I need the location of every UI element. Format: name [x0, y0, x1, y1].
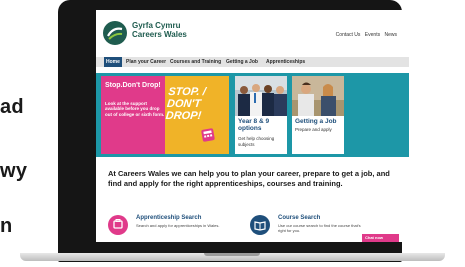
- background-text: ad: [0, 96, 24, 118]
- logo-line-english: Careers Wales: [132, 30, 187, 39]
- tile-description: Prepare and apply: [295, 127, 332, 132]
- chat-now-button[interactable]: Chat now: [362, 234, 399, 242]
- apprenticeship-search-icon[interactable]: [108, 215, 128, 235]
- nav-courses-and-training[interactable]: Courses and Training: [170, 57, 221, 67]
- tile-getting-a-job[interactable]: Getting a Job Prepare and apply: [292, 76, 344, 154]
- logo-line-welsh: Gyrfa Cymru: [132, 21, 181, 30]
- utility-links: Contact Us Events News: [333, 32, 397, 38]
- contact-us-link[interactable]: Contact Us: [336, 32, 361, 38]
- course-search-icon[interactable]: [250, 215, 270, 235]
- site-header: Gyrfa Cymru Careers Wales Contact Us Eve…: [96, 10, 409, 55]
- website-screen: Gyrfa Cymru Careers Wales Contact Us Eve…: [96, 10, 409, 242]
- job-photo: [292, 76, 344, 116]
- nav-home[interactable]: Home: [104, 57, 122, 67]
- intro-heading: At Careers Wales we can help you to plan…: [108, 169, 390, 188]
- laptop-notch: [204, 253, 260, 256]
- promo-art-line-1: STOP. /: [167, 86, 207, 98]
- tile-year-8-9-options[interactable]: Year 8 & 9 options Get help choosing sub…: [235, 76, 287, 154]
- course-search-link[interactable]: Course Search: [278, 215, 320, 221]
- events-link[interactable]: Events: [365, 32, 380, 38]
- site-logo-text[interactable]: Gyrfa Cymru Careers Wales: [132, 21, 187, 39]
- course-search-description: Use our course search to find the course…: [278, 223, 361, 233]
- background-text: wy: [0, 160, 28, 182]
- nav-apprenticeships[interactable]: Apprenticeships: [266, 57, 305, 67]
- students-photo: [235, 76, 287, 116]
- promo-title: Stop.Don't Drop!: [105, 82, 161, 89]
- hero-banner: Stop.Don't Drop! Look at the support ava…: [96, 73, 409, 157]
- tile-title: Year 8 & 9 options: [238, 118, 270, 132]
- promo-art-text: STOP. / DON'T DROP!: [165, 86, 231, 122]
- tile-description: Get help choosing subjects: [238, 136, 275, 147]
- apprenticeship-search-description: Search and apply for apprenticeships in …: [136, 223, 220, 228]
- news-link[interactable]: News: [384, 32, 397, 38]
- background-text: n: [0, 215, 13, 237]
- calculator-icon: [201, 128, 215, 142]
- tile-title: Getting a Job: [295, 118, 337, 125]
- stop-dont-drop-promo[interactable]: Stop.Don't Drop! Look at the support ava…: [101, 76, 229, 154]
- stage: ad wy n Gyrfa Cymru Careers Wales Contac…: [0, 0, 465, 267]
- careers-wales-logo-icon[interactable]: [103, 21, 127, 45]
- main-nav: Home Plan your Career Courses and Traini…: [96, 57, 409, 67]
- apprenticeship-search-link[interactable]: Apprenticeship Search: [136, 215, 201, 221]
- promo-body: Look at the support available before you…: [105, 101, 165, 117]
- nav-plan-your-career[interactable]: Plan your Career: [126, 57, 166, 67]
- nav-getting-a-job[interactable]: Getting a Job: [226, 57, 258, 67]
- promo-artwork: STOP. / DON'T DROP!: [165, 76, 229, 154]
- promo-art-line-2: DON'T DROP!: [165, 98, 202, 122]
